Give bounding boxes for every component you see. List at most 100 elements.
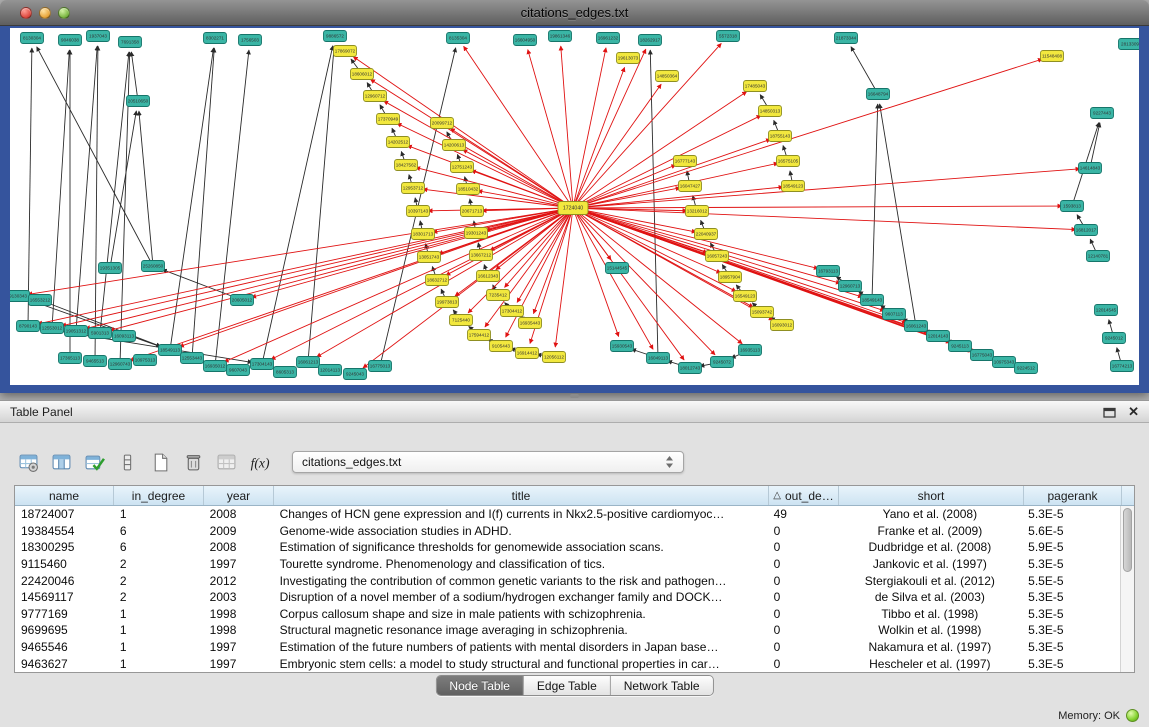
table-cell[interactable]: Estimation of significance thresholds fo…	[274, 540, 768, 554]
table-cell[interactable]: Tourette syndrome. Phenomenology and cla…	[274, 557, 768, 571]
function-builder-button[interactable]: f(x)	[247, 449, 271, 475]
table-cell[interactable]: 0	[768, 524, 838, 538]
table-cell[interactable]: 2012	[204, 574, 274, 588]
table-cell[interactable]: 2009	[204, 524, 274, 538]
table-row[interactable]: 1830029562008Estimation of significance …	[15, 539, 1120, 556]
table-cell[interactable]: 2	[114, 590, 204, 604]
network-node[interactable]: 16049113	[647, 353, 670, 364]
table-scrollbar[interactable]	[1120, 506, 1134, 672]
network-node[interactable]: 15093742	[751, 307, 774, 318]
scrollbar-thumb[interactable]	[1123, 508, 1132, 572]
table-cell[interactable]: Corpus callosum shape and size in male p…	[274, 607, 768, 621]
network-node[interactable]: 16549123	[734, 291, 757, 302]
network-node[interactable]: 8130304	[21, 33, 44, 44]
network-node[interactable]: 18012743	[679, 363, 702, 374]
network-node[interactable]: 14202512	[387, 137, 410, 148]
network-node[interactable]: 9245072	[711, 357, 734, 368]
network-node[interactable]: 1724040	[558, 202, 588, 215]
network-edge[interactable]	[573, 115, 761, 208]
network-node[interactable]: 15144545	[606, 263, 629, 274]
table-cell[interactable]: 1	[114, 507, 204, 521]
table-cell[interactable]: 5.3E-5	[1022, 640, 1120, 654]
network-node[interactable]: 12751243	[451, 162, 474, 173]
network-edge[interactable]	[76, 46, 97, 331]
network-node[interactable]: 18957904	[719, 272, 742, 283]
table-cell[interactable]: 2008	[204, 540, 274, 554]
new-column-button[interactable]	[148, 449, 172, 475]
network-node[interactable]: 7235412	[487, 290, 510, 301]
network-node[interactable]: 12960743	[109, 359, 132, 370]
network-node[interactable]: 19973813	[436, 297, 459, 308]
network-edge[interactable]	[573, 59, 1042, 208]
table-row[interactable]: 1456911722003Disruption of a novel membe…	[15, 589, 1120, 606]
table-cell[interactable]: 5.3E-5	[1022, 557, 1120, 571]
table-cell[interactable]: 1998	[204, 607, 274, 621]
table-cell[interactable]: Yano et al. (2008)	[838, 507, 1023, 521]
network-edge[interactable]	[573, 169, 1080, 208]
table-cell[interactable]: 5.3E-5	[1022, 607, 1120, 621]
network-node[interactable]: 8302271	[204, 33, 227, 44]
network-canvas[interactable]: 8130304904603819370437691358830227117565…	[10, 28, 1139, 385]
network-node[interactable]: 17485043	[744, 81, 767, 92]
import-table-button[interactable]	[115, 449, 139, 475]
table-cell[interactable]: Disruption of a novel member of a sodium…	[274, 590, 768, 604]
column-header-title[interactable]: title	[274, 486, 769, 505]
table-cell[interactable]: 1	[114, 657, 204, 671]
network-edge[interactable]	[573, 208, 721, 273]
table-cell[interactable]: 19384554	[15, 524, 114, 538]
network-node[interactable]: 16575105	[777, 156, 800, 167]
network-edge[interactable]	[872, 104, 878, 300]
network-node[interactable]: 16093012	[771, 320, 794, 331]
table-cell[interactable]: 0	[768, 623, 838, 637]
network-node[interactable]: 9245113	[949, 341, 972, 352]
table-cell[interactable]: 9465546	[15, 640, 114, 654]
table-cell[interactable]: Embryonic stem cells: a model to study s…	[274, 657, 768, 671]
network-node[interactable]: 15930543	[611, 341, 634, 352]
table-cell[interactable]: de Silva et al. (2003)	[838, 590, 1023, 604]
network-edge[interactable]	[110, 111, 136, 268]
network-node[interactable]: 12056112	[543, 352, 566, 363]
network-node[interactable]: 10397143	[407, 206, 430, 217]
network-node[interactable]: 13216012	[686, 206, 709, 217]
table-row[interactable]: 969969511998Structural magnetic resonanc…	[15, 622, 1120, 639]
network-node[interactable]: 16057243	[706, 251, 729, 262]
network-node[interactable]: 12553443	[181, 353, 204, 364]
table-row[interactable]: 2242004622012Investigating the contribut…	[15, 572, 1120, 589]
tab-network-table[interactable]: Network Table	[611, 676, 713, 695]
network-node[interactable]: 18510432	[457, 184, 480, 195]
table-cell[interactable]: 5.5E-5	[1022, 574, 1120, 588]
network-node[interactable]: 9046038	[59, 35, 82, 46]
table-cell[interactable]: Franke et al. (2009)	[838, 524, 1023, 538]
show-columns-button[interactable]	[49, 449, 73, 475]
table-cell[interactable]: 5.6E-5	[1022, 524, 1120, 538]
table-row[interactable]: 1872400712008Changes of HCN gene express…	[15, 506, 1120, 523]
network-node[interactable]: 16648794	[867, 89, 890, 100]
network-node[interactable]: 12014113	[319, 365, 342, 376]
network-node[interactable]: 16777143	[674, 156, 697, 167]
table-cell[interactable]: 0	[768, 657, 838, 671]
network-node[interactable]: 16774213	[1111, 361, 1134, 372]
network-node[interactable]: 9105443	[490, 341, 513, 352]
network-node[interactable]: 16604950	[514, 35, 537, 46]
network-node[interactable]: 7125440	[450, 315, 473, 326]
tab-edge-table[interactable]: Edge Table	[524, 676, 611, 695]
network-edge[interactable]	[573, 206, 1062, 208]
network-edge[interactable]	[463, 150, 573, 208]
table-cell[interactable]: Investigating the contribution of common…	[274, 574, 768, 588]
table-cell[interactable]: Wolkin et al. (1998)	[838, 623, 1023, 637]
table-cell[interactable]: Structural magnetic resonance image aver…	[274, 623, 768, 637]
table-cell[interactable]: 1997	[204, 557, 274, 571]
table-cell[interactable]: 14569117	[15, 590, 114, 604]
table-cell[interactable]: 9699695	[15, 623, 114, 637]
network-node[interactable]: 11548408	[1041, 51, 1064, 62]
table-cell[interactable]: 6	[114, 540, 204, 554]
table-cell[interactable]: 5.9E-5	[1022, 540, 1120, 554]
network-edge[interactable]	[528, 50, 573, 208]
network-node[interactable]: 17365113	[59, 353, 82, 364]
network-node[interactable]: 19351305	[99, 263, 122, 274]
network-node[interactable]: 18427562	[395, 160, 418, 171]
table-cell[interactable]: 0	[768, 590, 838, 604]
network-node[interactable]: 7691358	[119, 37, 142, 48]
network-edge[interactable]	[573, 49, 646, 208]
table-cell[interactable]: 2	[114, 557, 204, 571]
